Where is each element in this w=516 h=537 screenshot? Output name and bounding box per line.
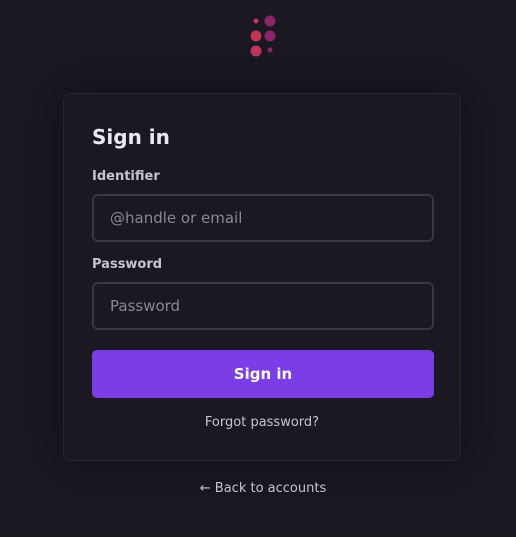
sign-in-page: Sign in Identifier Password Sign in Forg… — [0, 0, 516, 537]
logo-dot — [253, 18, 259, 24]
logo-dot — [250, 45, 262, 57]
logo-dot — [264, 15, 276, 27]
sign-in-button[interactable]: Sign in — [92, 350, 434, 398]
identifier-input[interactable] — [92, 194, 434, 242]
password-input[interactable] — [92, 282, 434, 330]
page-title: Sign in — [92, 125, 170, 149]
back-to-accounts-link[interactable]: ← Back to accounts — [0, 480, 516, 498]
forgot-password-link[interactable]: Forgot password? — [64, 414, 460, 432]
logo-dot — [267, 47, 273, 53]
sign-in-card: Sign in Identifier Password Sign in Forg… — [63, 93, 461, 461]
logo-dot — [264, 30, 276, 42]
identifier-label: Identifier — [92, 169, 160, 184]
dots-logo-icon — [250, 15, 276, 57]
password-label: Password — [92, 257, 163, 272]
logo-dot — [250, 30, 262, 42]
